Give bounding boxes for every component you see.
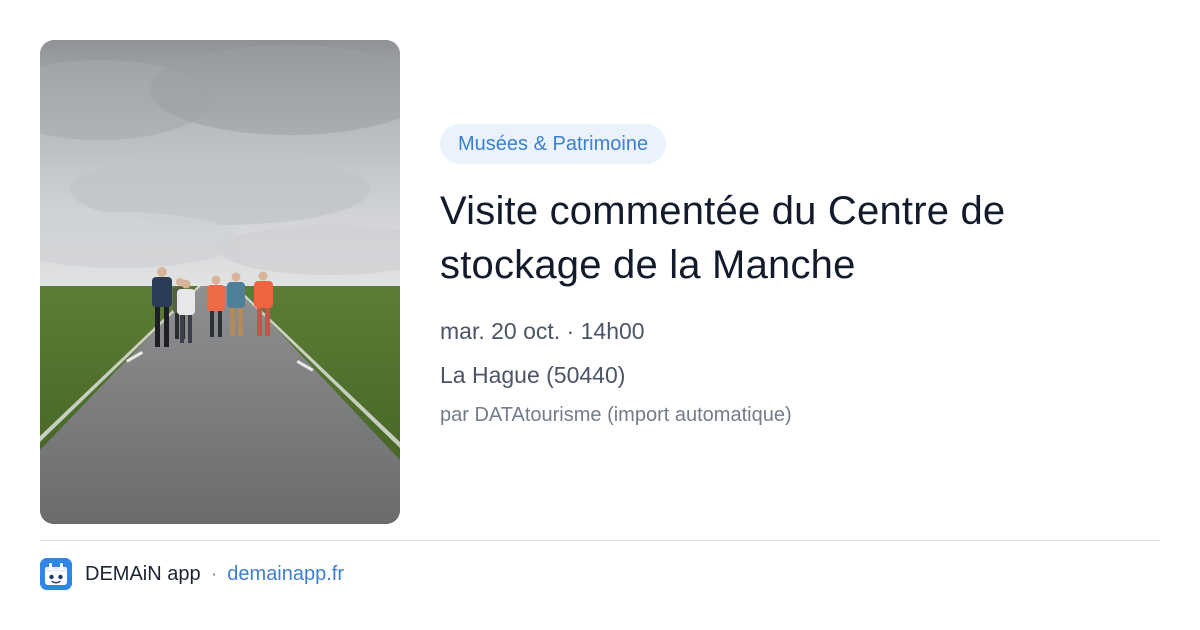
demain-app-logo-icon[interactable] (40, 558, 72, 590)
event-source: par DATAtourisme (import automatique) (440, 404, 792, 426)
event-photo-illustration (40, 40, 400, 524)
event-photo[interactable] (40, 40, 400, 524)
footer-separator: · (210, 562, 218, 585)
event-location: La Hague (50440) (440, 362, 626, 388)
app-url-link[interactable]: demainapp.fr (227, 563, 344, 586)
event-info: Musées & Patrimoine Visite commentée du … (440, 124, 1160, 428)
footer: DEMAiN app · demainapp.fr (40, 557, 344, 591)
app-name: DEMAiN app (85, 562, 201, 585)
event-date: mar. 20 oct. · 14h00 (440, 318, 645, 344)
footer-divider (40, 540, 1160, 541)
event-title[interactable]: Visite commentée du Centre de stockage d… (440, 184, 1160, 292)
event-share-card: Musées & Patrimoine Visite commentée du … (0, 0, 1200, 630)
category-badge[interactable]: Musées & Patrimoine (440, 124, 667, 164)
